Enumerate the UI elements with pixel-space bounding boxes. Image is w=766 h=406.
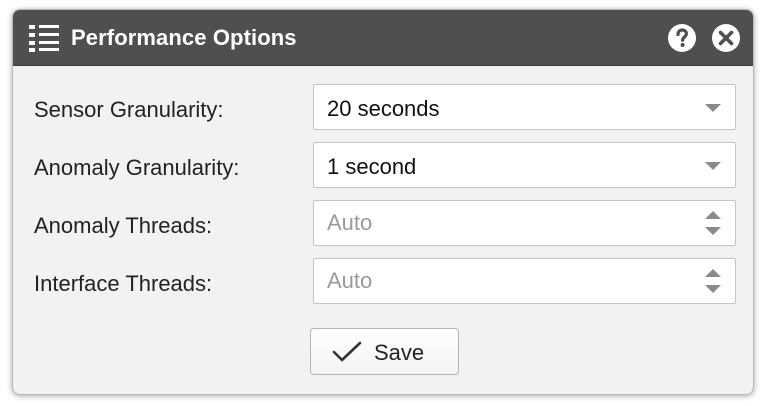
- performance-options-dialog: Performance Options Sensor Granularity: …: [12, 9, 754, 395]
- close-icon: [718, 30, 734, 46]
- sensor-granularity-label: Sensor Granularity:: [34, 97, 224, 122]
- decrement-arrow-icon[interactable]: [705, 227, 721, 235]
- sensor-granularity-select[interactable]: 20 seconds: [313, 84, 736, 130]
- chevron-down-icon: [705, 104, 721, 112]
- spinner-icon[interactable]: [704, 210, 722, 238]
- increment-arrow-icon[interactable]: [705, 269, 721, 277]
- dialog-title: Performance Options: [71, 25, 297, 50]
- help-button[interactable]: [668, 24, 696, 52]
- save-button[interactable]: Save: [310, 328, 459, 375]
- interface-threads-stepper: [313, 258, 736, 304]
- sensor-granularity-value: 20 seconds: [327, 96, 440, 121]
- help-icon: [676, 28, 689, 47]
- close-button[interactable]: [712, 24, 740, 52]
- list-icon: [27, 23, 61, 53]
- anomaly-threads-label: Anomaly Threads:: [34, 213, 213, 238]
- checkmark-icon: [332, 341, 362, 362]
- anomaly-threads-stepper: [313, 200, 736, 246]
- title-bar: Performance Options: [13, 10, 753, 66]
- anomaly-threads-input[interactable]: [314, 201, 694, 245]
- save-button-label: Save: [374, 340, 425, 365]
- increment-arrow-icon[interactable]: [705, 211, 721, 219]
- anomaly-granularity-value: 1 second: [327, 154, 417, 179]
- chevron-down-icon: [705, 162, 721, 170]
- decrement-arrow-icon[interactable]: [705, 285, 721, 293]
- spinner-icon[interactable]: [704, 268, 722, 296]
- interface-threads-label: Interface Threads:: [34, 271, 213, 296]
- anomaly-granularity-select[interactable]: 1 second: [313, 142, 736, 188]
- anomaly-granularity-label: Anomaly Granularity:: [34, 155, 240, 180]
- interface-threads-input[interactable]: [314, 259, 694, 303]
